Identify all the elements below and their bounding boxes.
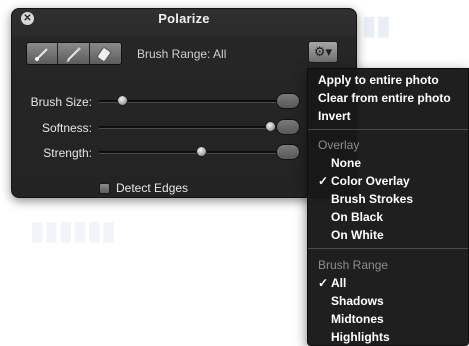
brush-size-label: Brush Size: [30,95,92,109]
menu-item-overlay-on-black[interactable]: On Black [331,210,383,224]
detect-edges-checkbox[interactable] [99,183,110,194]
menu-separator [308,129,468,130]
strength-slider-knob[interactable] [196,146,208,157]
brush-size-slider-knob[interactable] [116,95,128,106]
menu-item-overlay-on-white[interactable]: On White [331,228,384,242]
menu-header-brush-range: Brush Range [318,258,389,272]
brush-tool-group [26,42,122,65]
menu-item-range-highlights[interactable]: Highlights [331,330,390,344]
brush-icon [35,47,48,61]
hud-title: Polarize [158,11,210,26]
menu-item-invert[interactable]: Invert [318,109,351,123]
polarize-hud-panel: ✕ Polarize Brush Range: All ⚙▾ Brush Siz… [11,8,357,198]
brush-size-value-field[interactable] [276,93,300,109]
softness-slider-track[interactable] [99,126,279,129]
menu-item-range-shadows[interactable]: Shadows [331,294,384,308]
background-artifact: ▮▮▮▮▮▮ [30,215,116,245]
feather-brush-icon [65,47,81,62]
feather-brush-tool-button[interactable] [58,43,90,64]
menu-item-range-midtones[interactable]: Midtones [331,312,384,326]
gear-dropdown-menu: Apply to entire photo Clear from entire … [307,68,469,346]
menu-header-overlay: Overlay [318,138,360,152]
menu-item-overlay-color[interactable]: Color Overlay [331,174,410,188]
detect-edges-label[interactable]: Detect Edges [116,181,188,195]
softness-value-field[interactable] [276,119,300,135]
menu-separator [308,248,468,249]
background-artifact: ▮▮ [362,10,391,40]
softness-slider-knob[interactable] [264,121,276,132]
softness-label: Softness: [41,121,92,135]
gear-icon: ⚙▾ [313,44,333,59]
checkmark-icon: ✓ [318,174,329,188]
strength-slider-track[interactable] [99,151,279,154]
menu-item-apply-all[interactable]: Apply to entire photo [318,73,439,87]
strength-label: Strength: [43,146,92,160]
eraser-tool-button[interactable] [89,43,121,64]
strength-value-field[interactable] [276,144,300,160]
checkmark-icon: ✓ [318,276,329,290]
menu-item-overlay-brush-strokes[interactable]: Brush Strokes [331,192,413,206]
menu-item-range-all[interactable]: All [331,276,346,290]
brush-range-label: Brush Range: All [137,47,227,61]
gear-menu-button[interactable]: ⚙▾ [308,41,338,63]
brush-tool-button[interactable] [27,43,59,64]
eraser-icon [97,46,112,62]
menu-item-clear-all[interactable]: Clear from entire photo [318,91,451,105]
menu-item-overlay-none[interactable]: None [331,156,361,170]
